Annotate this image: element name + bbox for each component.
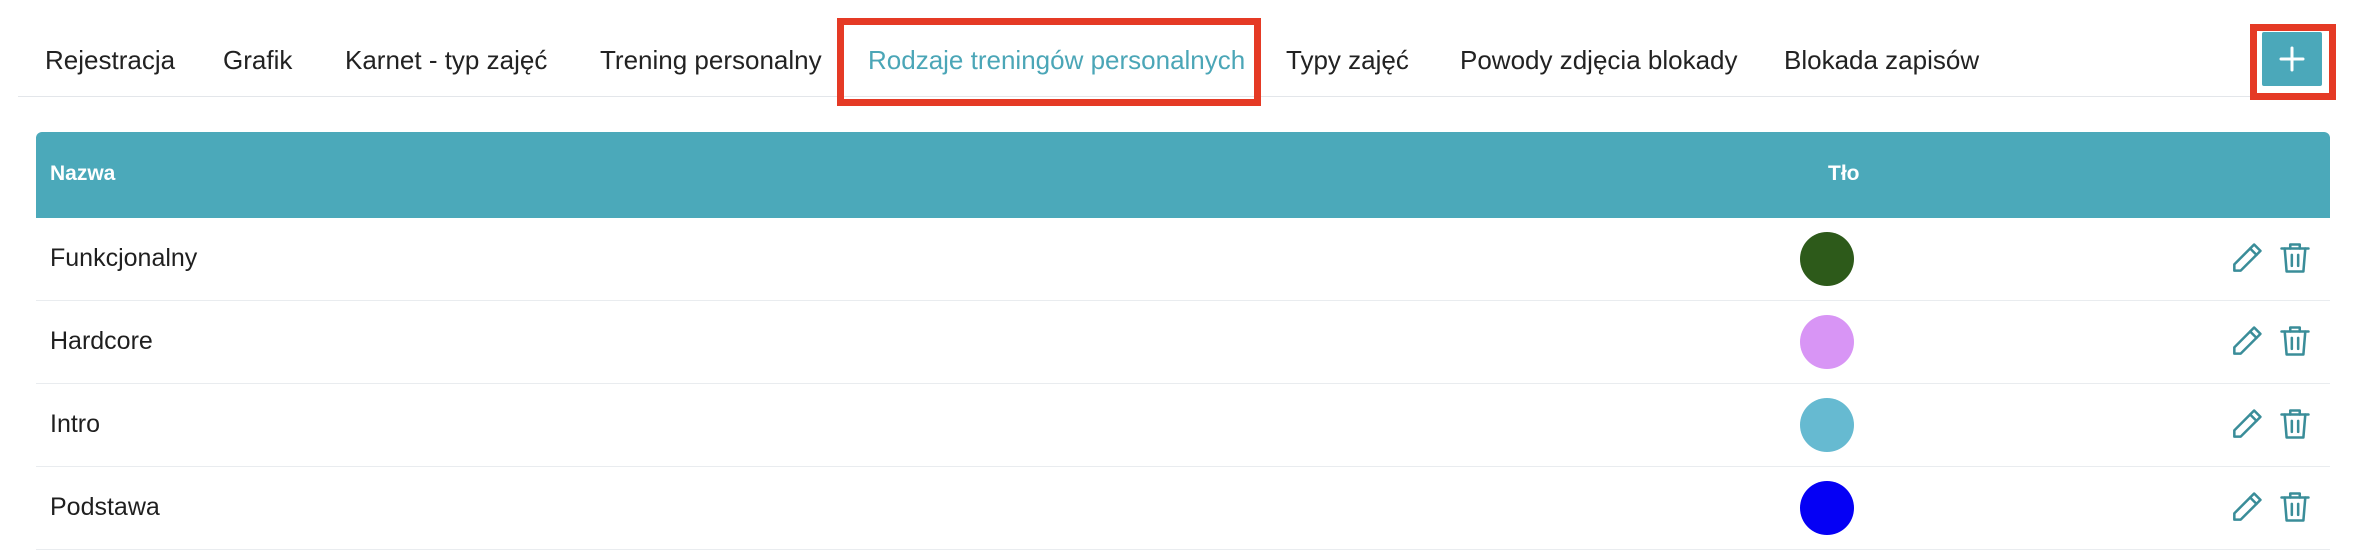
color-swatch xyxy=(1800,232,1854,286)
pencil-icon[interactable] xyxy=(2228,404,2266,444)
tab-grafik[interactable]: Grafik xyxy=(223,42,292,78)
tab-rodzaje-treningow-personalnych[interactable]: Rodzaje treningów personalnych xyxy=(868,42,1245,78)
column-header-name: Nazwa xyxy=(50,162,116,185)
tab-bar: Rejestracja Grafik Karnet - typ zajęć Tr… xyxy=(18,0,2330,97)
trash-icon[interactable] xyxy=(2276,238,2314,278)
table-row: Podstawa xyxy=(36,467,2330,550)
row-name: Podstawa xyxy=(50,493,160,521)
tab-karnet-typ-zajec[interactable]: Karnet - typ zajęć xyxy=(345,42,547,78)
row-name: Hardcore xyxy=(50,327,153,355)
add-button[interactable] xyxy=(2262,32,2322,86)
table-row: Funkcjonalny xyxy=(36,218,2330,301)
trash-icon[interactable] xyxy=(2276,404,2314,444)
color-swatch xyxy=(1800,315,1854,369)
trash-icon[interactable] xyxy=(2276,487,2314,527)
color-swatch xyxy=(1800,398,1854,452)
column-header-background: Tło xyxy=(1828,162,1860,185)
tab-rejestracja[interactable]: Rejestracja xyxy=(45,42,175,78)
table-header: Nazwa Tło xyxy=(36,132,2330,218)
tab-blokada-zapisow[interactable]: Blokada zapisów xyxy=(1784,42,1979,78)
tab-trening-personalny[interactable]: Trening personalny xyxy=(600,42,822,78)
trash-icon[interactable] xyxy=(2276,321,2314,361)
table-row: Hardcore xyxy=(36,301,2330,384)
tab-powody-zdjecia-blokady[interactable]: Powody zdjęcia blokady xyxy=(1460,42,1738,78)
pencil-icon[interactable] xyxy=(2228,487,2266,527)
plus-icon xyxy=(2279,46,2305,72)
row-name: Funkcjonalny xyxy=(50,244,198,272)
pencil-icon[interactable] xyxy=(2228,321,2266,361)
training-types-table: Nazwa Tło Funkcjonalny Hardcore Intro Po… xyxy=(36,132,2330,550)
pencil-icon[interactable] xyxy=(2228,238,2266,278)
row-name: Intro xyxy=(50,410,101,438)
tab-typy-zajec[interactable]: Typy zajęć xyxy=(1286,42,1409,78)
color-swatch xyxy=(1800,481,1854,535)
table-row: Intro xyxy=(36,384,2330,467)
